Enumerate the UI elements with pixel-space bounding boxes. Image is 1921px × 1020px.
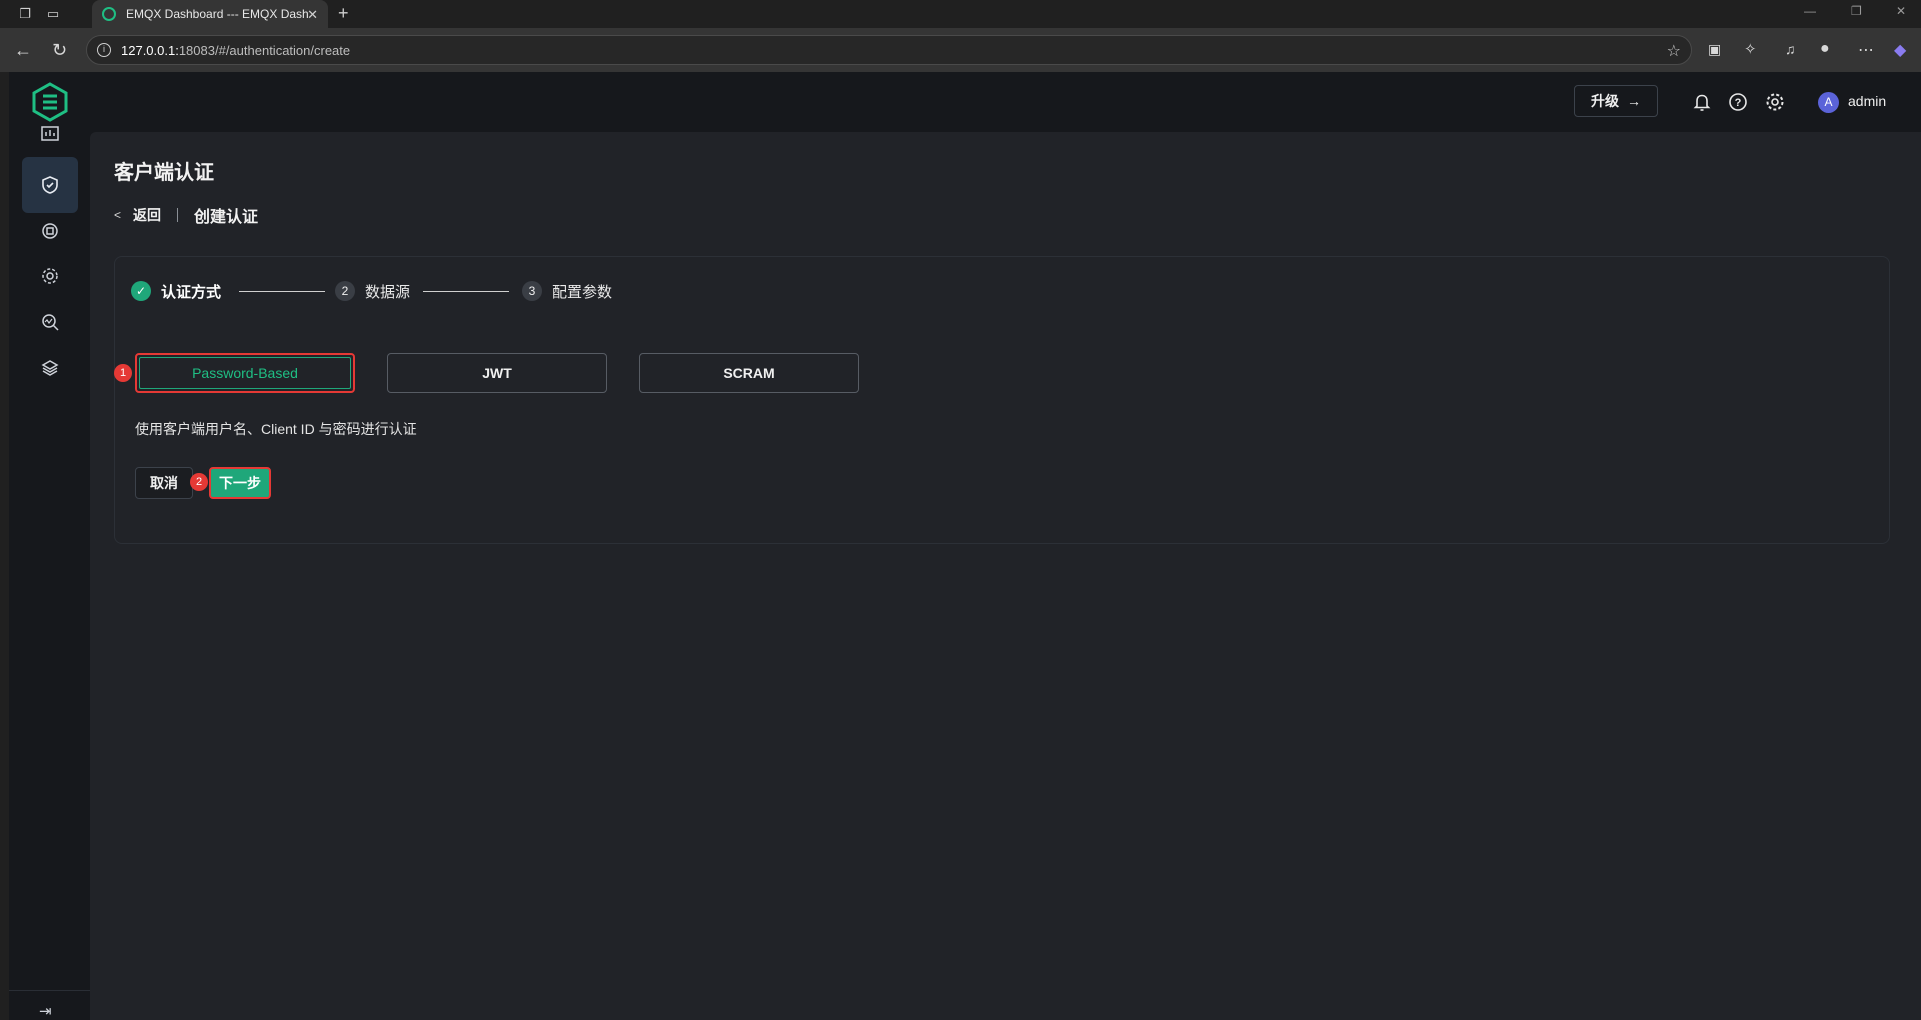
gear-management-icon	[42, 268, 58, 284]
sidebar: ⇥	[9, 72, 90, 1020]
profile-avatar-icon[interactable]: ●	[1820, 40, 1830, 58]
integration-icon	[42, 223, 58, 239]
auth-type-scram[interactable]: SCRAM	[639, 353, 859, 393]
favorite-star-icon[interactable]: ☆	[1667, 41, 1681, 61]
auth-type-jwt[interactable]: JWT	[387, 353, 607, 393]
username[interactable]: admin	[1848, 93, 1886, 109]
url-host: 127.0.0.1:	[121, 43, 179, 58]
step-label: 数据源	[365, 283, 411, 301]
diagnose-search-icon	[42, 314, 59, 331]
extensions-puzzle-icon[interactable]: ✧	[1744, 40, 1757, 58]
tab-actions-icon[interactable]: ▭	[44, 5, 62, 23]
translate-extension-icon[interactable]: ▣	[1708, 41, 1721, 58]
restore-icon[interactable]: ❐	[1851, 4, 1862, 18]
main-content: 客户端认证 < 返回 创建认证 ✓ 认证方式 2 数据源 3 配置参数 1 Pa…	[90, 132, 1921, 1020]
bell-icon[interactable]	[1691, 91, 1713, 113]
svg-text:?: ?	[1735, 97, 1742, 109]
url-path: 18083/#/authentication/create	[178, 43, 351, 58]
breadcrumb: < 返回 创建认证	[114, 204, 258, 226]
tab-title: EMQX Dashboard --- EMQX Dashboard	[126, 7, 308, 21]
step-connector	[423, 291, 509, 292]
shield-check-icon	[42, 176, 58, 194]
dashboard-chart-icon	[41, 126, 59, 141]
breadcrumb-title: 创建认证	[194, 209, 259, 226]
step-connector	[239, 291, 325, 292]
avatar[interactable]: A	[1818, 92, 1839, 113]
sidebar-item-monitoring[interactable]	[22, 106, 78, 162]
close-window-icon[interactable]: ✕	[1896, 4, 1906, 18]
workspaces-icon[interactable]: ❐	[16, 5, 34, 23]
upgrade-button[interactable]: 升级 →	[1574, 85, 1658, 117]
chevron-left-icon[interactable]: <	[114, 208, 121, 222]
step-auth-method: ✓ 认证方式	[131, 279, 221, 303]
back-arrow-icon[interactable]: ←	[14, 40, 32, 61]
more-menu-icon[interactable]: ⋯	[1858, 40, 1874, 60]
breadcrumb-divider	[177, 208, 179, 222]
auth-type-description: 使用客户端用户名、Client ID 与密码进行认证	[135, 421, 417, 437]
new-tab-icon[interactable]: +	[338, 3, 349, 24]
media-icon[interactable]: ♫	[1785, 41, 1796, 57]
sidebar-item-system[interactable]	[22, 340, 78, 396]
refresh-icon[interactable]: ↻	[52, 40, 67, 61]
help-icon[interactable]: ?	[1727, 91, 1749, 113]
upgrade-label: 升级	[1591, 93, 1619, 109]
step-label: 配置参数	[552, 283, 613, 301]
emqx-dashboard: ⇥ 升级 → ? A admin 客户端认证 < 返回 创建认证 ✓ 认证方式	[9, 72, 1921, 1020]
back-link[interactable]: 返回	[133, 205, 161, 225]
auth-type-password-based[interactable]: Password-Based	[135, 353, 355, 393]
collapse-sidebar-icon[interactable]: ⇥	[39, 1002, 52, 1020]
sidebar-divider	[9, 990, 90, 991]
page-title: 客户端认证	[114, 162, 214, 184]
arrow-right-icon: →	[1627, 93, 1641, 109]
top-header: 升级 → ? A admin	[90, 72, 1921, 132]
site-info-icon[interactable]: i	[97, 43, 111, 57]
step-data-source: 2 数据源	[335, 279, 410, 303]
emqx-favicon-icon	[102, 7, 116, 21]
settings-gear-icon[interactable]	[1764, 91, 1786, 113]
step-number: 2	[335, 281, 355, 301]
close-tab-icon[interactable]: ✕	[307, 7, 318, 23]
step-number: 3	[522, 281, 542, 301]
browser-tab-bar: ❐ ▭ EMQX Dashboard --- EMQX Dashboard ✕ …	[0, 0, 1921, 28]
create-auth-card: ✓ 认证方式 2 数据源 3 配置参数 1 Password-Based JWT…	[114, 256, 1890, 544]
url-input[interactable]: i 127.0.0.1:18083/#/authentication/creat…	[86, 35, 1692, 65]
address-bar-area: ← ↻ i 127.0.0.1:18083/#/authentication/c…	[0, 28, 1921, 72]
annotation-marker-2: 2	[190, 473, 208, 491]
browser-tab[interactable]: EMQX Dashboard --- EMQX Dashboard ✕	[92, 0, 328, 28]
step-label: 认证方式	[161, 283, 222, 301]
cancel-button[interactable]: 取消	[135, 467, 193, 499]
check-icon: ✓	[131, 281, 151, 301]
copilot-icon[interactable]: ◆	[1894, 40, 1906, 60]
step-config-params: 3 配置参数	[522, 279, 612, 303]
next-step-button[interactable]: 下一步	[209, 467, 271, 499]
minimize-icon[interactable]: —	[1804, 4, 1816, 18]
layers-icon	[41, 360, 59, 376]
annotation-marker-1: 1	[114, 364, 132, 382]
